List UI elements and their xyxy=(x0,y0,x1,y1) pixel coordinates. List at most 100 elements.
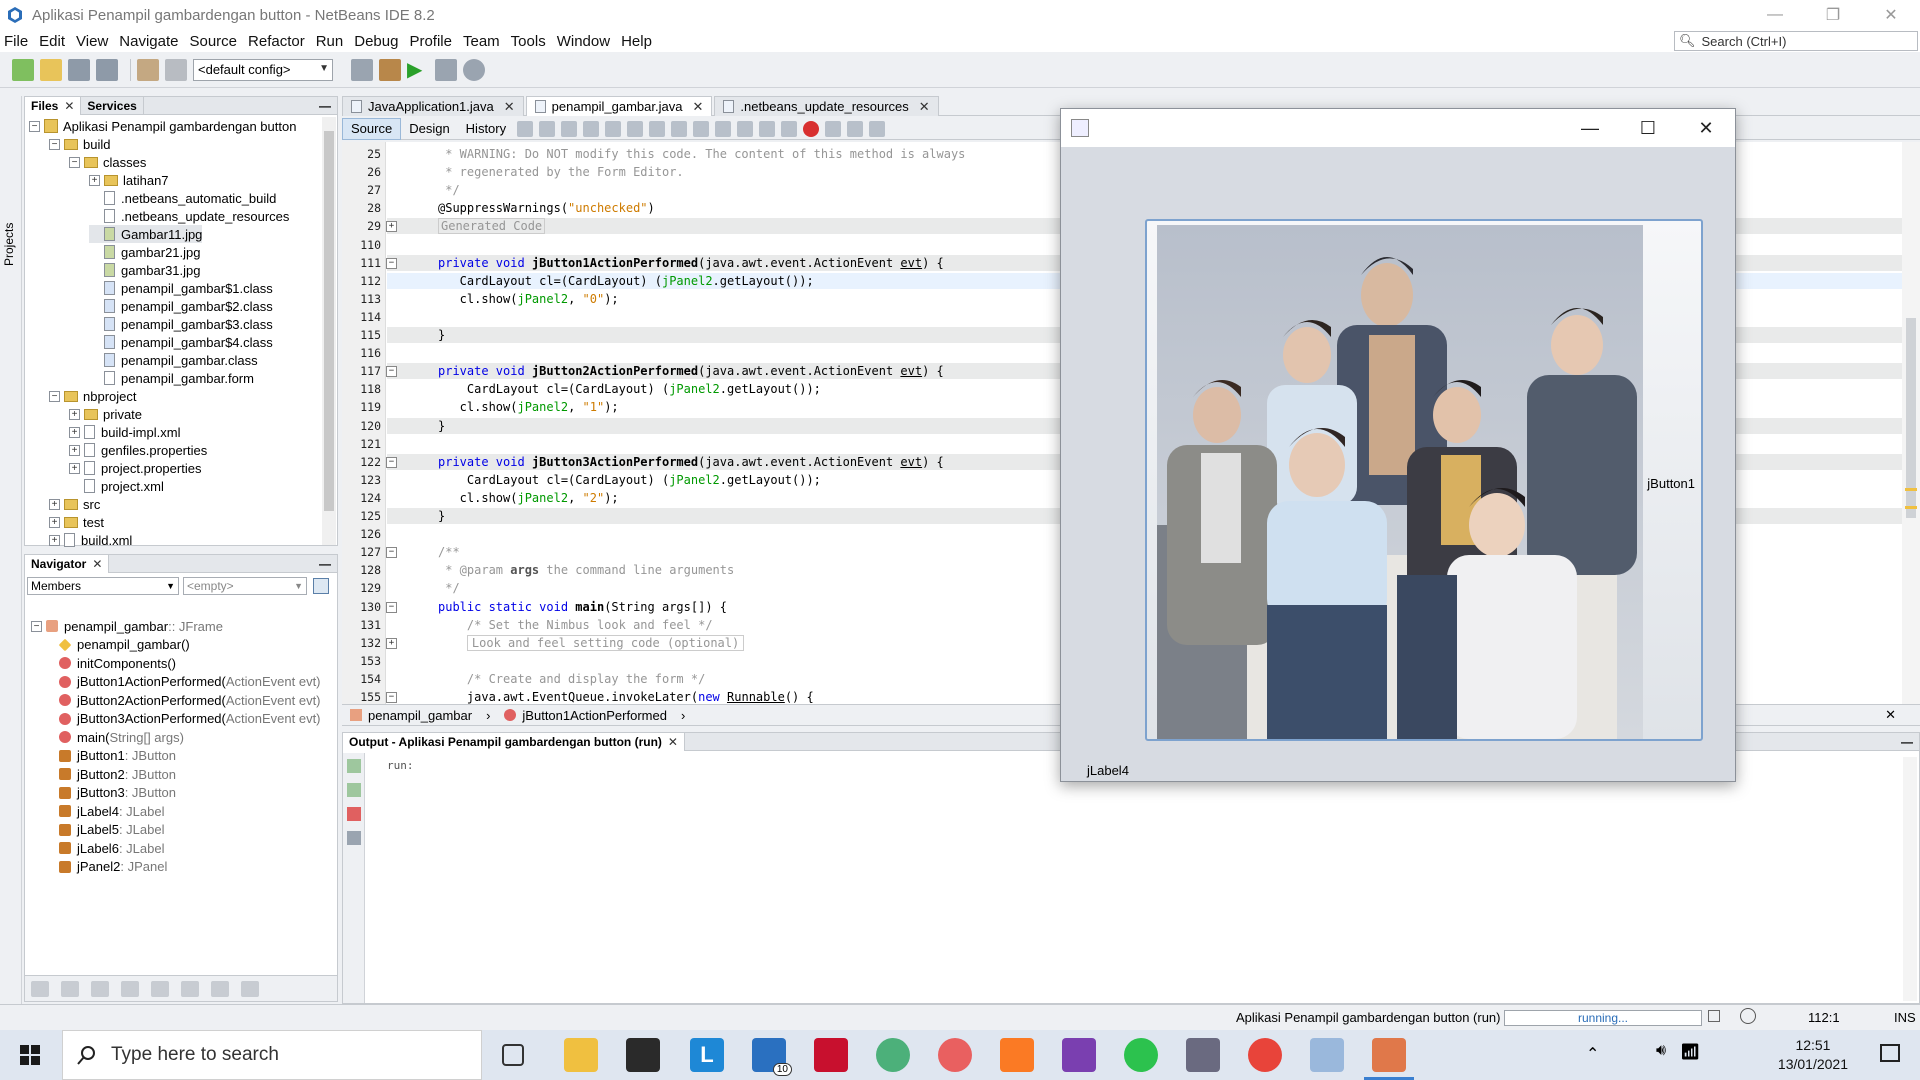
navigator-item[interactable]: jButton3 : JButton xyxy=(59,784,176,802)
task-view-icon[interactable] xyxy=(502,1044,524,1066)
fold-toggle-icon[interactable]: − xyxy=(386,601,397,613)
navigator-item[interactable]: − penampil_gambar :: JFrame xyxy=(31,617,223,635)
cancel-task-icon[interactable] xyxy=(1708,1010,1720,1022)
expand-toggle-icon[interactable]: − xyxy=(31,620,42,632)
filter-icon[interactable] xyxy=(211,980,229,997)
photo-app-icon[interactable] xyxy=(1186,1038,1220,1072)
last-edit-icon[interactable] xyxy=(561,120,578,137)
shift-right-icon[interactable] xyxy=(781,120,798,137)
record-macro-icon[interactable] xyxy=(803,120,820,137)
find-icon[interactable] xyxy=(583,120,600,137)
editor-tab[interactable]: .netbeans_update_resources ✕ xyxy=(714,96,939,116)
settings-icon[interactable] xyxy=(347,831,361,845)
navigator-item[interactable]: main(String[] args) xyxy=(59,728,184,746)
clock[interactable]: 12:51 13/01/2021 xyxy=(1778,1036,1848,1074)
l-app-icon[interactable]: L xyxy=(690,1038,724,1072)
debug-icon[interactable] xyxy=(435,58,457,81)
expand-toggle-icon[interactable]: − xyxy=(29,120,40,132)
tree-item[interactable]: + latihan7 xyxy=(89,171,169,189)
tree-item[interactable]: gambar31.jpg xyxy=(89,261,201,279)
bird-app-icon[interactable] xyxy=(938,1038,972,1072)
navigator-item[interactable]: jButton2ActionPerformed(ActionEvent evt) xyxy=(59,691,321,709)
tab-navigator[interactable]: Navigator ✕ xyxy=(25,554,110,573)
tree-item[interactable]: − classes xyxy=(69,153,146,171)
toggle-highlight-icon[interactable] xyxy=(649,120,666,137)
forward-icon[interactable] xyxy=(539,120,556,137)
navigator-item[interactable]: jPanel2 : JPanel xyxy=(59,858,167,876)
tree-item[interactable]: penampil_gambar$2.class xyxy=(89,297,273,315)
fold-toggle-icon[interactable]: − xyxy=(386,547,397,559)
file-explorer-icon[interactable] xyxy=(564,1038,598,1072)
close-icon[interactable]: ✕ xyxy=(692,99,703,115)
navigator-item[interactable]: penampil_gambar() xyxy=(58,636,190,654)
close-button[interactable]: ✕ xyxy=(1862,0,1920,30)
editor-tab[interactable]: penampil_gambar.java ✕ xyxy=(525,96,713,116)
filter-icon[interactable] xyxy=(31,980,49,997)
tree-item[interactable]: + src xyxy=(49,495,100,513)
close-icon[interactable]: ✕ xyxy=(64,99,74,113)
tree-item[interactable]: − build xyxy=(49,135,110,153)
uncomment-icon[interactable] xyxy=(869,120,886,137)
maximize-button[interactable]: ☐ xyxy=(1619,109,1677,147)
output-scrollbar[interactable] xyxy=(1903,757,1917,1001)
menu-tools[interactable]: Tools xyxy=(511,33,546,50)
new-project-icon[interactable] xyxy=(40,58,62,81)
tree-item[interactable]: penampil_gambar$3.class xyxy=(89,315,273,333)
chevron-up-icon[interactable]: ⌃ xyxy=(1586,1044,1599,1064)
view-design[interactable]: Design xyxy=(401,118,457,140)
warning-marker[interactable] xyxy=(1905,506,1917,509)
toggle-rect-select-icon[interactable] xyxy=(671,120,688,137)
navigator-item[interactable]: jButton1ActionPerformed(ActionEvent evt) xyxy=(59,673,321,691)
menu-team[interactable]: Team xyxy=(463,33,500,50)
close-icon[interactable]: ✕ xyxy=(504,99,515,115)
close-button[interactable]: ✕ xyxy=(1677,109,1735,147)
filter-select[interactable]: <empty> ▼ xyxy=(183,577,307,595)
filter-icon[interactable] xyxy=(121,980,139,997)
fold-toggle-icon[interactable]: − xyxy=(386,366,397,378)
xampp-icon[interactable] xyxy=(1000,1038,1034,1072)
clean-build-icon[interactable] xyxy=(379,58,401,81)
run-icon[interactable]: ▶ xyxy=(407,59,429,81)
minimize-panel-icon[interactable]: — xyxy=(1901,735,1913,749)
build-icon[interactable] xyxy=(351,58,373,81)
expand-toggle-icon[interactable]: + xyxy=(49,498,60,510)
editor-scrollbar[interactable] xyxy=(1902,142,1920,704)
tree-item[interactable]: .netbeans_update_resources xyxy=(89,207,289,225)
navigator-item[interactable]: jButton1 : JButton xyxy=(59,747,176,765)
save-all-icon[interactable] xyxy=(96,58,118,81)
chrome-icon[interactable] xyxy=(1248,1038,1282,1072)
stop-macro-icon[interactable] xyxy=(825,120,842,137)
tree-item[interactable]: − Aplikasi Penampil gambardengan button xyxy=(29,117,296,135)
expand-toggle-icon[interactable]: + xyxy=(49,516,60,528)
stop-icon[interactable] xyxy=(347,807,361,821)
tree-item[interactable]: Gambar11.jpg xyxy=(89,225,203,243)
fold-toggle-icon[interactable]: − xyxy=(386,456,397,468)
expand-toggle-icon[interactable]: − xyxy=(49,390,60,402)
close-icon[interactable]: ✕ xyxy=(92,557,102,571)
progress-bar[interactable]: running... xyxy=(1504,1010,1702,1026)
fold-toggle-icon[interactable]: − xyxy=(386,692,397,703)
filter-icon[interactable] xyxy=(91,980,109,997)
minimize-panel-icon[interactable]: — xyxy=(319,557,331,571)
minimize-button[interactable]: — xyxy=(1561,109,1619,147)
expand-toggle-icon[interactable]: + xyxy=(69,408,80,420)
whatsapp-icon[interactable] xyxy=(1124,1038,1158,1072)
navigator-item[interactable]: jLabel4 : JLabel xyxy=(59,802,164,820)
rerun-different-icon[interactable] xyxy=(347,783,361,797)
tab-files[interactable]: Files ✕ xyxy=(25,96,82,115)
tab-services[interactable]: Services xyxy=(81,96,144,115)
menu-source[interactable]: Source xyxy=(189,33,237,50)
tree-item[interactable]: + project.properties xyxy=(69,459,201,477)
menu-help[interactable]: Help xyxy=(621,33,652,50)
search-input[interactable]: 🔍︎ Search (Ctrl+I) xyxy=(1674,31,1918,51)
shift-left-icon[interactable] xyxy=(759,120,776,137)
menu-profile[interactable]: Profile xyxy=(409,33,452,50)
taskbar-search[interactable]: Type here to search xyxy=(62,1030,482,1080)
files-scrollbar[interactable] xyxy=(322,117,336,545)
minimize-button[interactable]: — xyxy=(1746,0,1804,30)
mail-icon[interactable]: 10 xyxy=(752,1038,792,1076)
redo-icon[interactable] xyxy=(165,58,187,81)
tree-item[interactable]: gambar21.jpg xyxy=(89,243,201,261)
tab-output[interactable]: Output - Aplikasi Penampil gambardengan … xyxy=(343,732,685,751)
navigator-item[interactable]: jButton2 : JButton xyxy=(59,765,176,783)
